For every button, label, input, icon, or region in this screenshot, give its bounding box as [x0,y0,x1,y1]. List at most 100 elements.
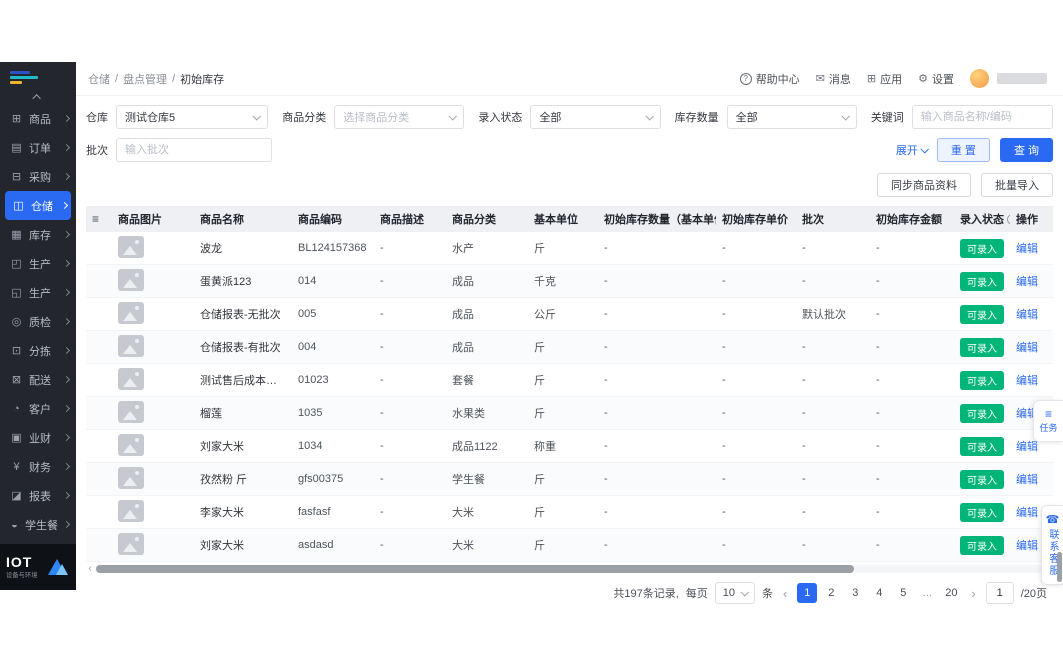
base-unit-cell: 公斤 [534,309,556,321]
per-page-label: 每页 [685,588,708,600]
filter-keyword: 关键词 [871,105,1054,129]
edit-link[interactable]: 编辑 [1016,441,1038,453]
sidebar-item-reports[interactable]: ◪ 报表 [0,481,76,510]
edit-link[interactable]: 编辑 [1016,342,1038,354]
sidebar-item-warehouse[interactable]: ◫ 仓储 [5,191,71,220]
warehouse-select[interactable]: 测试仓库5 [116,105,269,129]
initial-qty-cell: - [604,506,608,518]
sidebar-item-products[interactable]: ⊞ 商品 [0,104,76,133]
sync-products-button[interactable]: 同步商品资料 [877,173,971,197]
initial-price-cell: - [722,473,726,485]
avatar[interactable] [970,69,989,88]
help-center-link[interactable]: ? 帮助中心 [739,71,800,87]
entry-status-select[interactable]: 全部 [530,105,661,129]
keyword-input[interactable] [911,105,1054,129]
settings-link[interactable]: ⚙ 设置 [918,71,954,87]
chevron-right-icon [62,172,71,181]
product-code-cell: fasfasf [298,506,331,518]
data-table: ≡ 商品图片 商品名称 商品编码 商品描述 商品分类 基本单位 初始库存数量（基… [86,206,1053,574]
sidebar-item-purchase[interactable]: ⊟ 采购 [0,162,76,191]
status-badge: 可录入 [960,238,1004,258]
scrollbar-track[interactable] [96,565,1043,573]
layers-icon: ≡ [1044,406,1052,421]
column-settings-icon[interactable]: ≡ [92,212,99,226]
apps-grid-icon: ⊞ [866,73,877,85]
sidebar-item-production2[interactable]: ◱ 生产 [0,278,76,307]
scrollbar-thumb[interactable] [96,565,854,573]
scroll-left-arrow[interactable]: ‹ [86,564,94,574]
page-button-5[interactable]: 5 [893,583,913,603]
sidebar-item-inventory[interactable]: ▦ 库存 [0,220,76,249]
headset-icon: ☎ [1045,514,1060,526]
sidebar-item-finance[interactable]: ¥ 财务 [0,452,76,481]
next-page-button[interactable]: › [968,586,978,601]
page-jump-input[interactable] [985,582,1014,604]
col-base-unit: 基本单位 [534,214,578,226]
sidebar-item-customers[interactable]: ◔ 客户 [0,394,76,423]
sidebar-item-sorting[interactable]: ⊡ 分拣 [0,336,76,365]
page-button-4[interactable]: 4 [869,583,889,603]
initial-amount-cell: - [876,308,880,320]
edit-link[interactable]: 编辑 [1016,540,1038,552]
sidebar-item-orders[interactable]: ▤ 订单 [0,133,76,162]
filter-panel: 仓库 测试仓库5 商品分类 选择商品分类 录入状态 全部 库存数量 全部 关键词… [76,96,1063,171]
filter-batch: 批次 [86,138,272,162]
edit-link[interactable]: 编辑 [1016,276,1038,288]
task-fab[interactable]: ≡ 任务 [1033,400,1063,442]
chevron-right-icon [60,201,69,210]
image-placeholder-icon [118,367,144,390]
sidebar-item-quality[interactable]: ◎ 质检 [0,307,76,336]
sidebar-item-label: 质检 [29,316,51,329]
product-category-cell: 成品 [452,309,474,321]
per-page-select[interactable]: 10 [714,582,756,604]
status-badge: 可录入 [960,304,1004,324]
batch-cell: - [802,275,806,287]
edit-link[interactable]: 编辑 [1016,474,1038,486]
sidebar-item-delivery[interactable]: ⊠ 配送 [0,365,76,394]
batch-input[interactable] [116,138,272,162]
sidebar-item-label: 仓储 [31,200,53,213]
image-placeholder-icon [118,301,144,324]
menu-collapse-icon[interactable] [0,92,76,103]
product-code-cell: 014 [298,275,317,287]
sidebar-item-biz-finance[interactable]: ▣ 业财 [0,423,76,452]
edit-link[interactable]: 编辑 [1016,375,1038,387]
stock-qty-select[interactable]: 全部 [726,105,857,129]
user-name-masked [997,73,1047,84]
col-product-name: 商品名称 [200,214,244,226]
category-select[interactable]: 选择商品分类 [334,105,465,129]
initial-amount-cell: - [876,407,880,419]
query-button[interactable]: 查 询 [999,138,1053,162]
apps-link[interactable]: ⊞ 应用 [867,71,902,87]
batch-import-button[interactable]: 批量导入 [981,173,1053,197]
brand-footer: IOT 设备与环境 [0,544,76,590]
edit-link[interactable]: 编辑 [1016,309,1038,321]
help-icon: ? [739,72,752,85]
message-icon: ✉ [815,73,825,85]
sidebar-item-production[interactable]: ◰ 生产 [0,249,76,278]
status-cell: 可录入 [954,469,1010,489]
edit-link[interactable]: 编辑 [1016,243,1038,255]
page-button-1[interactable]: 1 [797,583,818,603]
reset-button[interactable]: 重 置 [936,138,990,162]
page-button-20[interactable]: 20 [941,583,961,603]
settings-label: 设置 [932,73,954,86]
products-icon: ⊞ [11,113,22,125]
expand-filters-link[interactable]: 展开 [896,142,929,158]
breadcrumb-item-warehouse[interactable]: 仓储 [88,71,110,87]
status-badge: 可录入 [960,469,1004,489]
breadcrumb-item-stocktake[interactable]: 盘点管理 [123,71,167,87]
edit-link[interactable]: 编辑 [1016,507,1038,519]
prev-page-button[interactable]: ‹ [780,586,790,601]
stock-qty-label: 库存数量 [674,112,719,124]
page-button-3[interactable]: 3 [845,583,865,603]
messages-link[interactable]: ✉ 消息 [816,71,851,87]
page-button-2[interactable]: 2 [821,583,841,603]
initial-price-cell: - [722,407,726,419]
sidebar-item-label: 财务 [29,461,51,474]
filter-actions: 展开 重 置 查 询 [896,138,1053,162]
vertical-scrollbar-thumb[interactable] [1057,552,1062,582]
filter-category: 商品分类 选择商品分类 [282,105,465,129]
sidebar-item-student-meal[interactable]: ◒ 学生餐 [0,510,76,539]
initial-amount-cell: - [876,506,880,518]
